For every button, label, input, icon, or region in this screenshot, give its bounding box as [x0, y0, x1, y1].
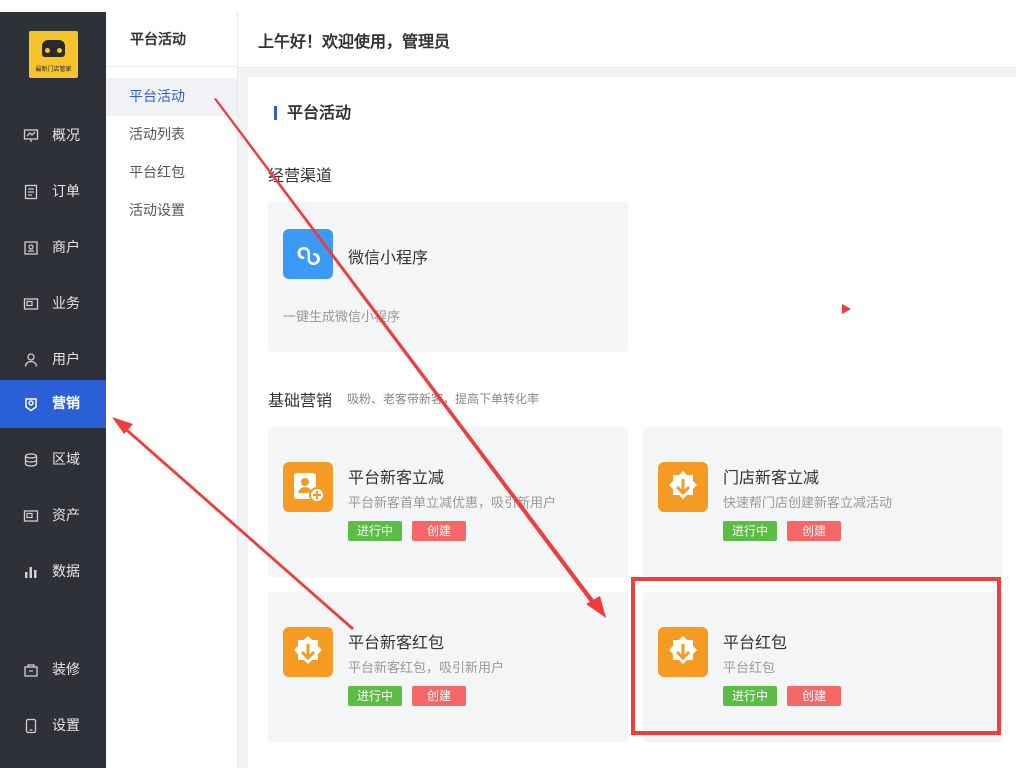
sidebar-item-label: 商户	[52, 240, 80, 256]
order-icon	[24, 184, 38, 200]
subnav-item-platform-activity[interactable]: 平台活动	[106, 78, 237, 116]
sidebar: 最新门店管家 概况 订单 商户 业务 用户 营销 区域 资产 数据 装修 设置	[0, 12, 106, 768]
coupon-icon	[658, 462, 708, 512]
create-button[interactable]: 创建	[412, 521, 466, 541]
new-customer-icon	[283, 462, 333, 512]
sidebar-item-label: 用户	[52, 352, 80, 368]
subnav-item-activity-list[interactable]: 活动列表	[106, 116, 237, 154]
sidebar-item-overview[interactable]: 概况	[0, 112, 106, 160]
logo-mascot-icon	[42, 40, 65, 57]
sidebar-item-label: 装修	[52, 662, 80, 678]
settings-icon	[25, 718, 37, 734]
business-icon	[23, 298, 39, 310]
card-description: 一键生成微信小程序	[283, 310, 401, 325]
mini-program-icon	[283, 229, 333, 279]
marketing-subtitle: 吸粉、老客带新客，提高下单转化率	[347, 392, 540, 406]
card-title: 平台新客红包	[348, 633, 445, 652]
sidebar-item-label: 营销	[52, 396, 80, 412]
sidebar-item-assets[interactable]: 资产	[0, 492, 106, 540]
top-strip	[0, 0, 1016, 12]
status-badge: 进行中	[348, 521, 402, 541]
user-icon	[24, 353, 38, 367]
shop-icon	[24, 241, 38, 255]
subnav-divider	[106, 66, 237, 67]
card-title: 微信小程序	[348, 248, 429, 267]
sidebar-item-label: 概况	[52, 128, 80, 144]
subnav-title: 平台活动	[130, 32, 186, 48]
subnav-item-activity-settings[interactable]: 活动设置	[106, 192, 237, 230]
sidebar-item-decorate[interactable]: 装修	[0, 646, 106, 694]
channels-title: 经营渠道	[268, 166, 333, 185]
asset-icon	[23, 510, 39, 522]
card-description: 快速帮门店创建新客立减活动	[723, 496, 893, 511]
coupon-icon	[283, 627, 333, 677]
create-button[interactable]: 创建	[787, 521, 841, 541]
section-title: 平台活动	[274, 105, 351, 121]
sub-navigation: 平台活动 平台活动 活动列表 平台红包 活动设置	[106, 12, 238, 768]
card-title: 平台新客立减	[348, 468, 445, 487]
sidebar-item-label: 设置	[52, 718, 80, 734]
card-description: 平台新客首单立减优惠，吸引新用户	[348, 496, 557, 511]
region-icon	[24, 453, 38, 467]
card-description: 平台新客红包，吸引新用户	[348, 661, 505, 676]
sidebar-item-region[interactable]: 区域	[0, 436, 106, 484]
decorate-icon	[24, 664, 38, 677]
card-platform-new-customer-discount[interactable]: 平台新客立减 平台新客首单立减优惠，吸引新用户 进行中 创建	[268, 427, 628, 577]
highlight-box	[631, 577, 1001, 735]
sidebar-item-business[interactable]: 业务	[0, 280, 106, 328]
sidebar-item-label: 区域	[52, 452, 80, 468]
page-header: 上午好！欢迎使用，管理员	[238, 12, 1016, 68]
sidebar-item-users[interactable]: 用户	[0, 336, 106, 384]
app-root: 最新门店管家 概况 订单 商户 业务 用户 营销 区域 资产 数据 装修 设置 …	[0, 0, 1016, 768]
status-badge: 进行中	[723, 521, 777, 541]
subnav-item-platform-red-packet[interactable]: 平台红包	[106, 154, 237, 192]
card-wechat-mini-program[interactable]: 微信小程序 一键生成微信小程序	[268, 202, 628, 352]
sidebar-item-orders[interactable]: 订单	[0, 168, 106, 216]
sidebar-item-data[interactable]: 数据	[0, 548, 106, 596]
card-title: 门店新客立减	[723, 468, 820, 487]
greeting-text: 上午好！欢迎使用，管理员	[258, 32, 451, 51]
sidebar-item-settings[interactable]: 设置	[0, 702, 106, 750]
marketing-icon	[25, 398, 37, 412]
create-button[interactable]: 创建	[412, 686, 466, 706]
card-platform-new-customer-red-packet[interactable]: 平台新客红包 平台新客红包，吸引新用户 进行中 创建	[268, 592, 628, 742]
status-badge: 进行中	[348, 686, 402, 706]
sidebar-item-merchants[interactable]: 商户	[0, 224, 106, 272]
logo-text: 最新门店管家	[35, 66, 72, 73]
sidebar-item-label: 业务	[52, 296, 80, 312]
app-logo[interactable]: 最新门店管家	[29, 31, 78, 78]
card-store-new-customer-discount[interactable]: 门店新客立减 快速帮门店创建新客立减活动 进行中 创建	[643, 427, 1003, 577]
marketing-title: 基础营销	[268, 391, 333, 410]
sidebar-item-marketing[interactable]: 营销	[0, 380, 106, 428]
sidebar-item-label: 订单	[52, 184, 80, 200]
sidebar-item-label: 数据	[52, 564, 80, 580]
data-icon	[25, 567, 37, 578]
chart-icon	[23, 129, 39, 142]
sidebar-item-label: 资产	[52, 508, 80, 524]
